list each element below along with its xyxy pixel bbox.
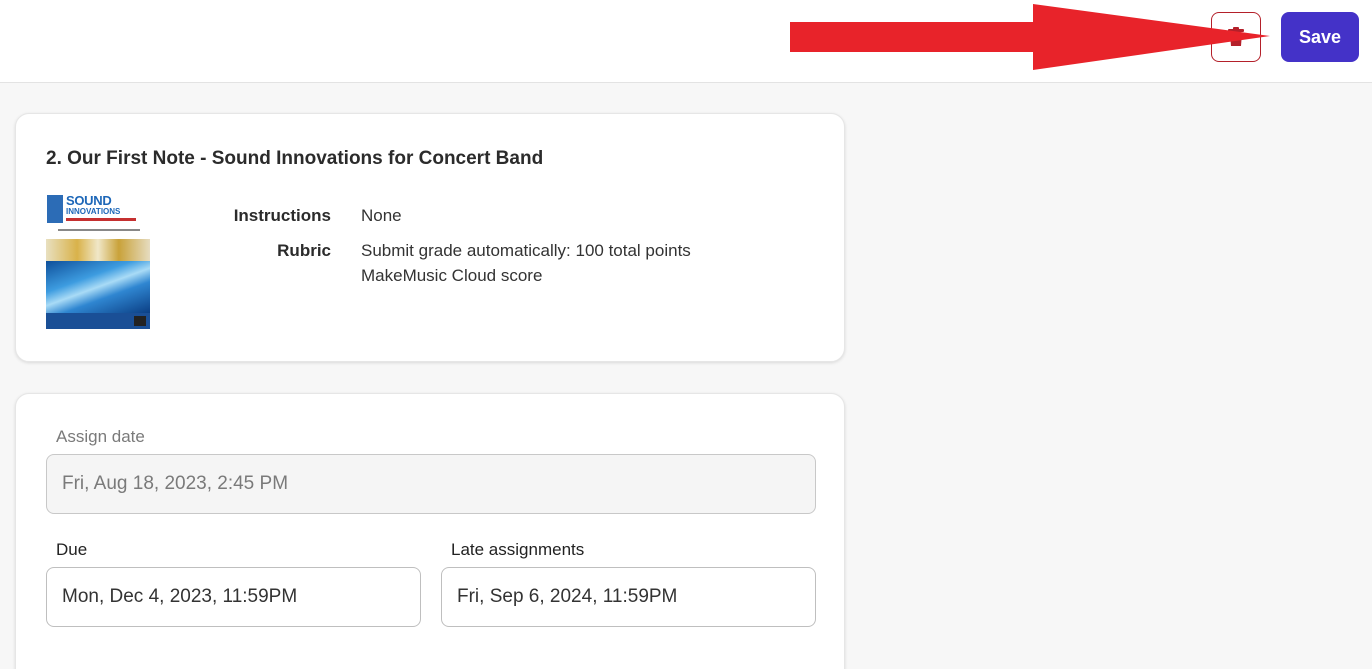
assign-date-value: Fri, Aug 18, 2023, 2:45 PM	[62, 473, 289, 494]
late-assignments-field[interactable]: Fri, Sep 6, 2024, 11:59PM	[441, 567, 816, 627]
rubric-line-1: Submit grade automatically: 100 total po…	[361, 241, 691, 260]
save-button[interactable]: Save	[1281, 12, 1359, 62]
due-date-field[interactable]: Mon, Dec 4, 2023, 11:59PM	[46, 567, 421, 627]
rubric-label: Rubric	[277, 241, 331, 260]
rubric-line-2: MakeMusic Cloud score	[361, 266, 543, 285]
assignment-title: 2. Our First Note - Sound Innovations fo…	[46, 148, 544, 169]
cover-logo-subtext: INNOVATIONS	[66, 207, 121, 216]
trash-icon	[1228, 27, 1244, 46]
publisher-logo	[134, 316, 146, 326]
book-cover-image: SOUND INNOVATIONS	[46, 193, 150, 329]
late-assignments-label: Late assignments	[451, 540, 585, 559]
due-date-value: Mon, Dec 4, 2023, 11:59PM	[62, 586, 298, 607]
cover-instruments	[46, 239, 150, 261]
top-toolbar: Save	[0, 0, 1372, 83]
assign-date-field: Fri, Aug 18, 2023, 2:45 PM	[46, 454, 816, 514]
late-assignments-value: Fri, Sep 6, 2024, 11:59PM	[457, 586, 678, 607]
cover-subtitle-bar	[66, 218, 136, 221]
instructions-label: Instructions	[233, 206, 331, 225]
cover-wave-art	[46, 261, 150, 313]
cover-author-line	[58, 229, 140, 231]
delete-button[interactable]	[1211, 12, 1261, 62]
cover-logo-text: SOUND	[66, 193, 112, 208]
assignment-card: 2. Our First Note - Sound Innovations fo…	[15, 113, 845, 362]
cover-emblem	[47, 195, 63, 223]
instructions-value: None	[361, 206, 402, 225]
dates-card: Assign date Fri, Aug 18, 2023, 2:45 PM D…	[15, 393, 845, 669]
assign-date-label: Assign date	[56, 427, 145, 446]
due-date-label: Due	[56, 540, 88, 559]
